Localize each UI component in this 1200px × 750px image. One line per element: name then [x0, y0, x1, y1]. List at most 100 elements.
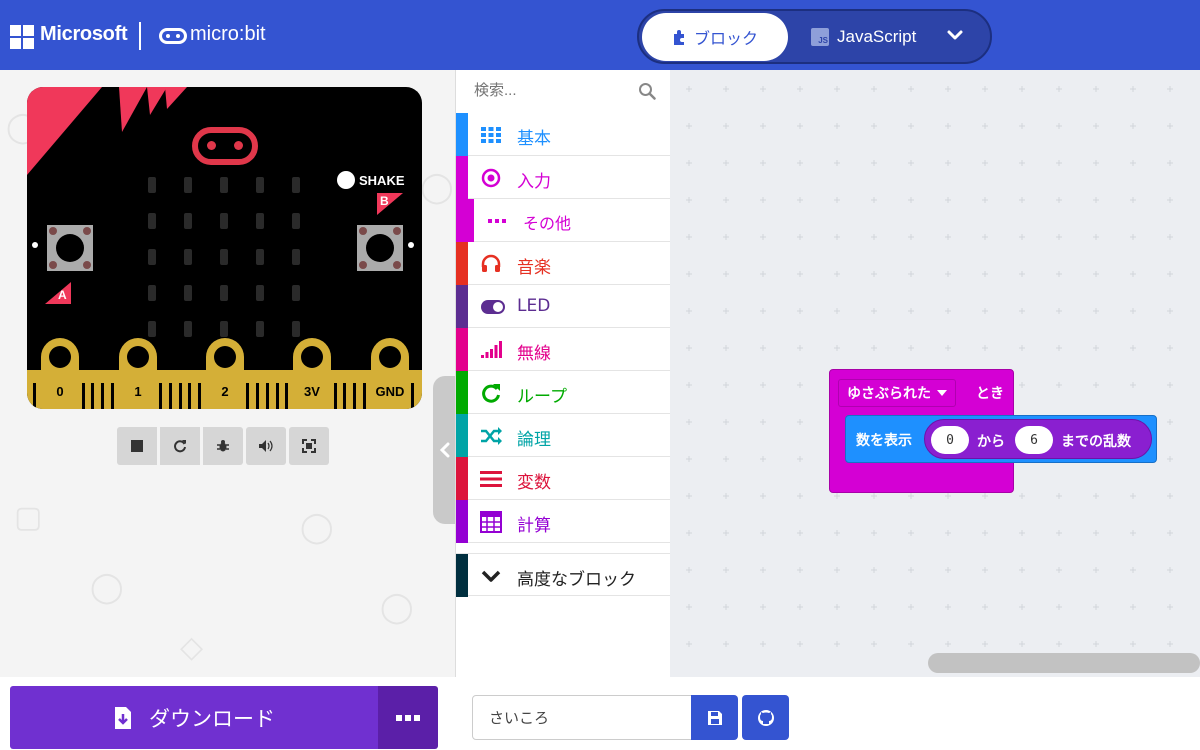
grid-cross — [945, 123, 951, 129]
grid-cross — [760, 345, 766, 351]
led-pixel — [220, 213, 228, 229]
category-variables[interactable]: 変数 — [456, 457, 670, 500]
grid-cross — [1056, 530, 1062, 536]
grid-cross — [1019, 641, 1025, 647]
random-to-input[interactable]: 6 — [1015, 426, 1053, 454]
grid-cross — [686, 197, 692, 203]
blocks-editor-button[interactable]: ブロック — [642, 13, 788, 61]
category-math[interactable]: 計算 — [456, 500, 670, 543]
edge-tooth — [100, 383, 104, 409]
grid-cross — [834, 86, 840, 92]
download-more-button[interactable] — [378, 686, 438, 749]
category-color-bar — [456, 156, 468, 199]
grid-cross — [1093, 567, 1099, 573]
grid-cross — [908, 160, 914, 166]
download-button[interactable]: ダウンロード — [10, 686, 378, 749]
grid-cross — [982, 604, 988, 610]
search-icon[interactable] — [638, 82, 656, 100]
grid-cross — [908, 641, 914, 647]
grid-cross — [723, 345, 729, 351]
project-name-input[interactable] — [472, 695, 692, 740]
grid-cross — [760, 308, 766, 314]
grid-cross — [834, 308, 840, 314]
pin-gnd[interactable]: GND — [371, 338, 409, 409]
grid-cross — [686, 123, 692, 129]
chevron-down-icon[interactable] — [945, 25, 965, 45]
download-label: ダウンロード — [149, 706, 275, 731]
microsoft-logo-icon[interactable] — [10, 25, 34, 49]
workspace-horizontal-scrollbar[interactable] — [928, 653, 1200, 673]
grid-cross — [1130, 641, 1136, 647]
button-a[interactable] — [47, 225, 93, 271]
save-button[interactable] — [691, 695, 738, 740]
random-from-input[interactable]: 0 — [931, 426, 969, 454]
pick-random-block[interactable]: 0 から 6 までの乱数 — [924, 419, 1152, 459]
grid-cross — [1130, 530, 1136, 536]
pin-2[interactable]: 2 — [206, 338, 244, 409]
microbit-logo-icon[interactable] — [159, 28, 187, 44]
category-logic[interactable]: 論理 — [456, 414, 670, 457]
shake-button-icon[interactable] — [337, 171, 355, 189]
led-pixel — [292, 285, 300, 301]
edge-tooth — [110, 383, 114, 409]
grid-cross — [908, 567, 914, 573]
microsoft-brand-text[interactable]: Microsoft — [40, 23, 128, 46]
gesture-dropdown[interactable]: ゆさぶられた — [838, 379, 956, 407]
board-touch-logo-icon[interactable] — [192, 127, 258, 165]
fullscreen-button[interactable] — [289, 427, 329, 465]
github-button[interactable] — [742, 695, 789, 740]
category-label: ループ — [517, 387, 567, 407]
advanced-blocks-toggle[interactable]: 高度なブロック — [456, 553, 670, 597]
category-basic[interactable]: 基本 — [456, 113, 670, 156]
calculator-icon — [480, 511, 502, 533]
pin-0[interactable]: 0 — [41, 338, 79, 409]
pin-1[interactable]: 1 — [119, 338, 157, 409]
grid-cross — [945, 160, 951, 166]
category-input[interactable]: 入力 — [456, 156, 670, 199]
top-header: Microsoft micro:bit ブロック JS JavaScript — [0, 0, 1200, 70]
grid-cross — [1056, 345, 1062, 351]
grid-cross — [760, 382, 766, 388]
mute-button[interactable] — [246, 427, 286, 465]
button-b[interactable] — [357, 225, 403, 271]
category-music[interactable]: 音楽 — [456, 242, 670, 285]
category-input-more[interactable]: その他 — [456, 199, 670, 242]
puzzle-piece-icon — [673, 30, 684, 45]
toolbox-search-input[interactable] — [474, 82, 624, 99]
debug-button[interactable] — [203, 427, 243, 465]
microbit-brand-text[interactable]: micro:bit — [190, 23, 266, 46]
grid-cross — [686, 382, 692, 388]
edge-tooth — [353, 383, 357, 409]
simulator-panel: ◯ ◯ ▢ ◯ ◯ ◇ ◯ SHAKE A B 0 1 2 3V GND — [0, 70, 455, 680]
edge-tooth — [33, 383, 36, 409]
background-decoration: ▢ — [14, 500, 43, 535]
category-radio[interactable]: 無線 — [456, 328, 670, 371]
led-pixel — [292, 213, 300, 229]
grid-cross — [1019, 123, 1025, 129]
led-pixel — [184, 213, 192, 229]
restart-simulator-button[interactable] — [160, 427, 200, 465]
grid-cross — [686, 641, 692, 647]
microbit-board[interactable]: SHAKE A B 0 1 2 3V GND — [27, 87, 422, 409]
javascript-editor-button[interactable]: JS JavaScript — [811, 13, 916, 61]
grid-cross — [1019, 530, 1025, 536]
pin-label: 0 — [56, 384, 64, 399]
grid-cross — [1167, 604, 1173, 610]
grid-cross — [760, 493, 766, 499]
show-number-block[interactable]: 数を表示 0 から 6 までの乱数 — [845, 415, 1157, 463]
led-pixel — [220, 177, 228, 193]
javascript-badge-icon: JS — [811, 28, 829, 46]
category-label: LED — [517, 296, 551, 316]
category-loops[interactable]: ループ — [456, 371, 670, 414]
grid-cross — [945, 604, 951, 610]
grid-cross — [723, 493, 729, 499]
stop-simulator-button[interactable] — [117, 427, 157, 465]
category-led[interactable]: LED — [456, 285, 670, 328]
background-decoration: ◯ — [90, 570, 124, 605]
grid-cross — [945, 86, 951, 92]
grid-cross — [871, 567, 877, 573]
grid-cross — [1130, 604, 1136, 610]
pin-3v[interactable]: 3V — [293, 338, 331, 409]
collapse-simulator-button[interactable] — [433, 376, 455, 524]
led-pixel — [292, 177, 300, 193]
